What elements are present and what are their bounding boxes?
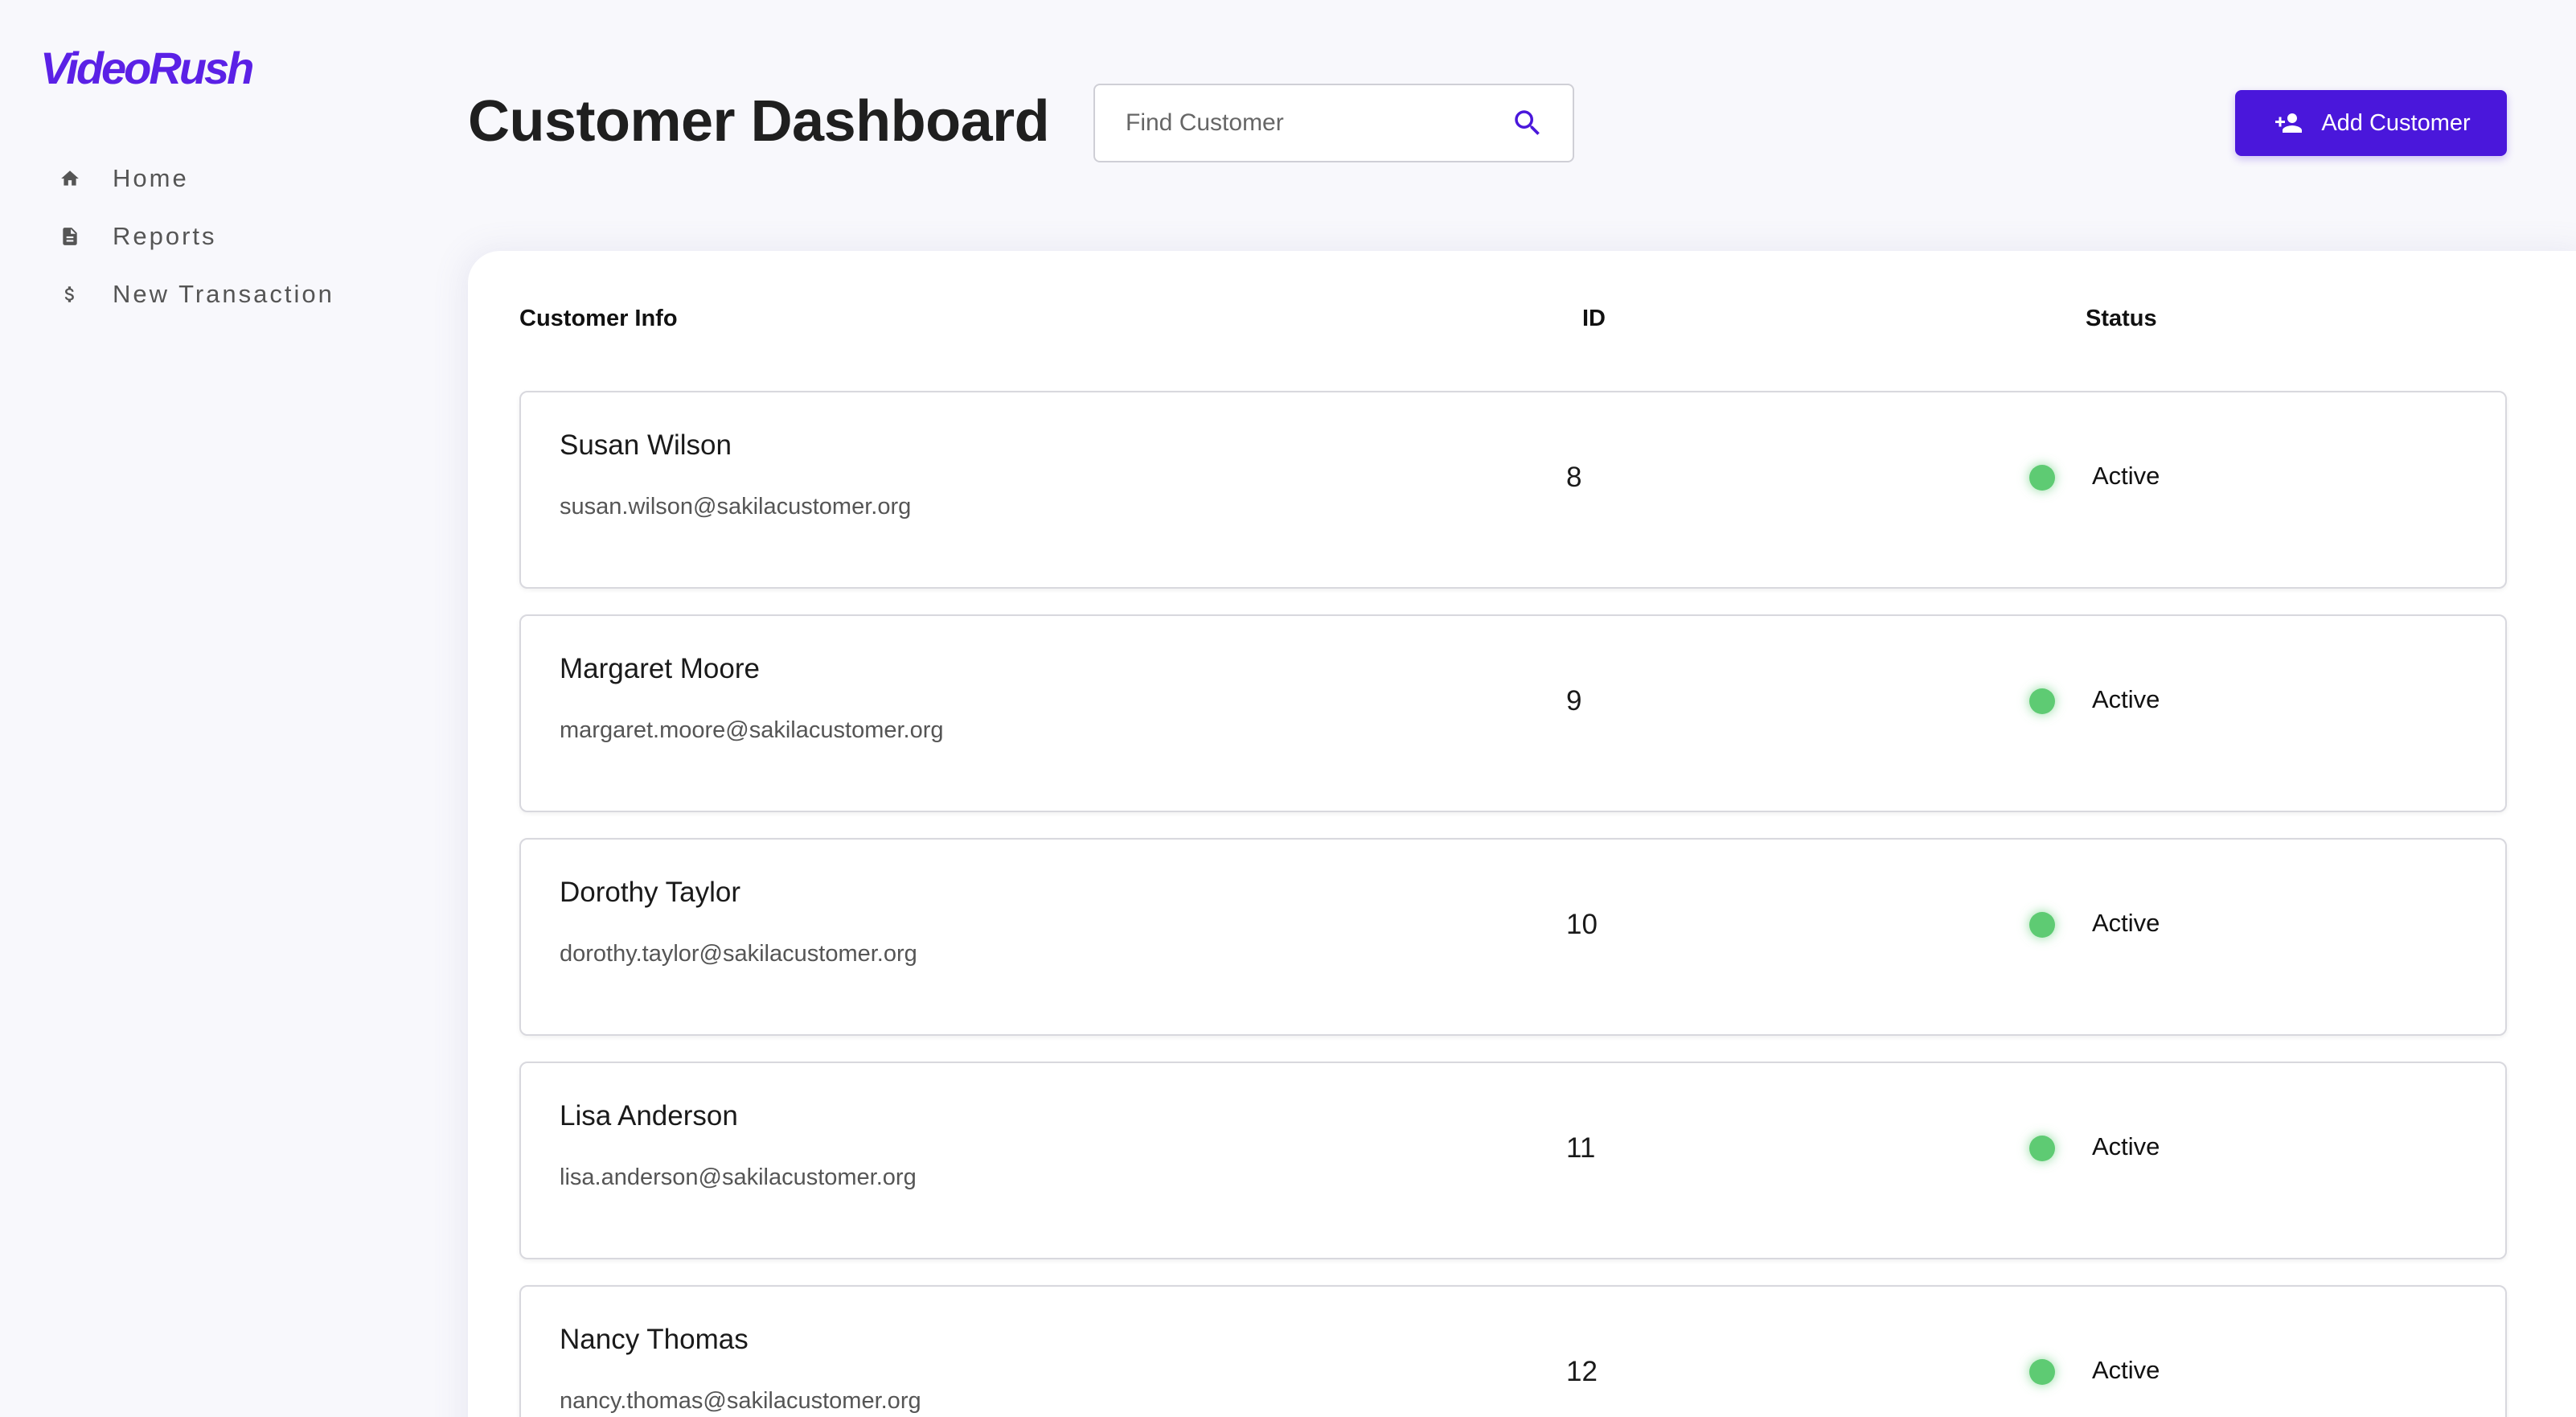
customer-email: margaret.moore@sakilacustomer.org	[560, 717, 944, 743]
customer-id: 10	[1566, 909, 1598, 940]
home-icon	[56, 165, 84, 192]
add-customer-label: Add Customer	[2321, 109, 2471, 136]
column-header-customer-info: Customer Info	[519, 306, 678, 331]
table-row[interactable]: Margaret Moore margaret.moore@sakilacust…	[519, 614, 2507, 812]
status-dot-icon	[2029, 688, 2055, 714]
status-dot-icon	[2029, 1136, 2055, 1161]
column-header-id: ID	[1582, 306, 1606, 331]
sidebar-item-label: New Transaction	[113, 280, 334, 308]
status-badge: Active	[2092, 685, 2160, 713]
status-badge: Active	[2092, 909, 2160, 937]
customer-email: dorothy.taylor@sakilacustomer.org	[560, 941, 917, 967]
customer-id: 9	[1566, 685, 1582, 717]
logo-text-video: Video	[40, 43, 151, 93]
page-title: Customer Dashboard	[468, 89, 1050, 154]
sidebar-item-label: Home	[113, 164, 189, 192]
table-row[interactable]: Lisa Anderson lisa.anderson@sakilacustom…	[519, 1062, 2507, 1259]
search-box	[1093, 84, 1574, 162]
table-row[interactable]: Nancy Thomas nancy.thomas@sakilacustomer…	[519, 1285, 2507, 1417]
search-input[interactable]	[1126, 109, 1510, 137]
add-customer-button[interactable]: Add Customer	[2235, 90, 2507, 156]
customer-name: Margaret Moore	[560, 653, 760, 684]
customer-name: Dorothy Taylor	[560, 877, 741, 908]
dollar-icon	[56, 281, 84, 308]
search-icon[interactable]	[1510, 105, 1545, 141]
sidebar: Video Rush Home Reports New Transaction	[0, 0, 418, 1417]
status-dot-icon	[2029, 465, 2055, 491]
customer-name: Susan Wilson	[560, 429, 732, 461]
logo-text-rush: Rush	[149, 43, 254, 93]
customer-name: Nancy Thomas	[560, 1324, 749, 1355]
customer-email: nancy.thomas@sakilacustomer.org	[560, 1388, 921, 1414]
customer-id: 8	[1566, 462, 1582, 493]
status-badge: Active	[2092, 1132, 2160, 1160]
status-dot-icon	[2029, 1359, 2055, 1385]
status-dot-icon	[2029, 912, 2055, 938]
table-row[interactable]: Susan Wilson susan.wilson@sakilacustomer…	[519, 391, 2507, 589]
sidebar-nav: Home Reports New Transaction	[56, 150, 334, 323]
app-root: VideoRush Home Reports New Transaction	[0, 0, 2576, 1417]
customer-name: Lisa Anderson	[560, 1100, 738, 1132]
sidebar-item-reports[interactable]: Reports	[56, 207, 334, 265]
customer-email: lisa.anderson@sakilacustomer.org	[560, 1164, 917, 1190]
status-badge: Active	[2092, 462, 2160, 490]
sidebar-item-home[interactable]: Home	[56, 150, 334, 207]
customer-id: 11	[1566, 1132, 1596, 1164]
sidebar-item-label: Reports	[113, 222, 217, 250]
customer-id: 12	[1566, 1356, 1598, 1387]
customer-email: susan.wilson@sakilacustomer.org	[560, 494, 912, 520]
status-badge: Active	[2092, 1356, 2160, 1384]
column-header-status: Status	[2086, 306, 2157, 331]
add-person-icon	[2271, 111, 2303, 135]
logo[interactable]: Video Rush	[40, 42, 254, 94]
sidebar-item-new-transaction[interactable]: New Transaction	[56, 265, 334, 323]
table-row[interactable]: Dorothy Taylor dorothy.taylor@sakilacust…	[519, 838, 2507, 1036]
document-icon	[56, 223, 84, 250]
